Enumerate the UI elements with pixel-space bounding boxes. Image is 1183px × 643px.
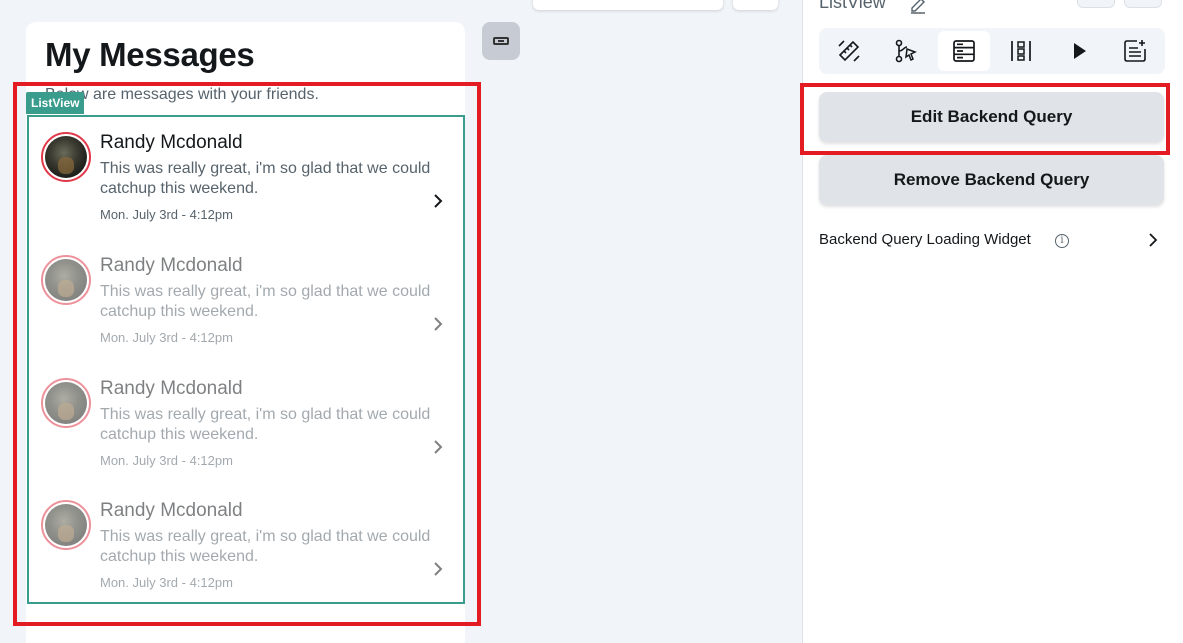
- canvas-area: My Messages Below are messages with your…: [0, 0, 790, 643]
- avatar: [41, 132, 91, 182]
- canvas-toolbar-secondary[interactable]: [733, 0, 778, 10]
- header-button-left[interactable]: [1077, 0, 1115, 8]
- header-button-right[interactable]: [1124, 0, 1162, 8]
- tab-layout[interactable]: [995, 31, 1047, 71]
- documentation-icon: [1124, 40, 1146, 62]
- page-title[interactable]: My Messages: [45, 36, 255, 74]
- widget-icon: [493, 37, 509, 45]
- chevron-right-icon: [434, 440, 443, 454]
- loading-widget-label: Backend Query Loading Widget: [819, 231, 1031, 248]
- edit-backend-query-button[interactable]: Edit Backend Query: [819, 92, 1164, 142]
- list-item[interactable]: Randy Mcdonald This was really great, i'…: [41, 376, 451, 486]
- widget-menu-button[interactable]: [482, 22, 520, 60]
- play-icon: [1074, 43, 1086, 59]
- loading-widget-row[interactable]: Backend Query Loading Widget i: [819, 228, 1165, 254]
- pencil-icon[interactable]: [909, 0, 927, 14]
- tab-documentation[interactable]: [1109, 31, 1161, 71]
- panel-tabs: [819, 28, 1165, 74]
- backend-query-icon: [953, 40, 975, 62]
- layout-icon: [1011, 41, 1031, 61]
- tab-actions[interactable]: [880, 31, 932, 71]
- avatar: [41, 255, 91, 305]
- chevron-right-icon: [434, 317, 443, 331]
- listview-badge: ListView: [26, 92, 85, 114]
- message-preview: This was really great, i'm so glad that …: [100, 528, 431, 565]
- message-preview: This was really great, i'm so glad that …: [100, 283, 431, 320]
- sender-name: Randy Mcdonald: [100, 255, 243, 276]
- list-item[interactable]: Randy Mcdonald This was really great, i'…: [41, 498, 451, 608]
- listview[interactable]: Randy Mcdonald This was really great, i'…: [27, 115, 465, 604]
- tab-animations[interactable]: [1053, 31, 1105, 71]
- remove-backend-query-button[interactable]: Remove Backend Query: [819, 155, 1164, 205]
- message-preview: This was really great, i'm so glad that …: [100, 406, 431, 443]
- message-preview: This was really great, i'm so glad that …: [100, 160, 431, 197]
- message-date: Mon. July 3rd - 4:12pm: [100, 330, 233, 345]
- list-item[interactable]: Randy Mcdonald This was really great, i'…: [41, 130, 451, 240]
- info-icon[interactable]: i: [1055, 234, 1069, 248]
- page-subtitle[interactable]: Below are messages with your friends.: [45, 86, 319, 104]
- avatar: [41, 500, 91, 550]
- tab-properties[interactable]: [823, 31, 875, 71]
- properties-panel: ListView Edit Backend Query Remove Backe…: [802, 0, 1183, 643]
- list-item[interactable]: Randy Mcdonald This was really great, i'…: [41, 253, 451, 363]
- chevron-right-icon: [1149, 233, 1158, 247]
- phone-frame: My Messages Below are messages with your…: [26, 22, 465, 643]
- avatar: [41, 378, 91, 428]
- message-date: Mon. July 3rd - 4:12pm: [100, 453, 233, 468]
- message-date: Mon. July 3rd - 4:12pm: [100, 575, 233, 590]
- sender-name: Randy Mcdonald: [100, 500, 243, 521]
- chevron-right-icon: [434, 562, 443, 576]
- message-date: Mon. July 3rd - 4:12pm: [100, 207, 233, 222]
- properties-icon: [838, 40, 860, 62]
- tab-backend-query[interactable]: [938, 31, 990, 71]
- canvas-toolbar[interactable]: [533, 0, 723, 10]
- chevron-right-icon: [434, 194, 443, 208]
- sender-name: Randy Mcdonald: [100, 378, 243, 399]
- sender-name: Randy Mcdonald: [100, 132, 243, 153]
- widget-name: ListView: [819, 0, 886, 12]
- actions-icon: [895, 39, 917, 63]
